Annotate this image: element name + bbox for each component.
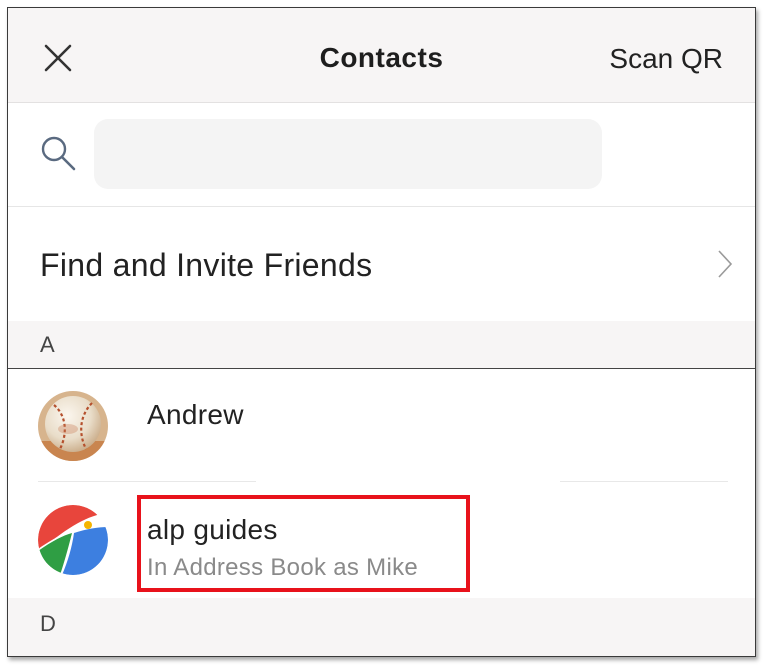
section-header-d: D [8, 598, 755, 656]
search-icon [41, 136, 76, 171]
scan-qr-button[interactable]: Scan QR [609, 43, 723, 75]
contact-name: Andrew [147, 399, 244, 430]
header-bar: Contacts Scan QR [8, 8, 755, 103]
baseball-avatar [38, 391, 108, 461]
find-invite-friends-row[interactable]: Find and Invite Friends [8, 207, 755, 321]
alp-guides-logo-avatar [38, 505, 108, 575]
contact-row-andrew[interactable]: Andrew [8, 369, 755, 482]
section-header-a: A [8, 321, 755, 369]
app-window: Contacts Scan QR Find and Invite Friends… [7, 7, 756, 657]
search-input[interactable] [94, 119, 602, 189]
contact-row-alp-guides[interactable]: alp guides In Address Book as Mike [8, 482, 755, 598]
search-bar [8, 103, 755, 207]
chevron-right-icon [718, 250, 733, 278]
find-invite-friends-label: Find and Invite Friends [40, 247, 373, 283]
highlight-box [137, 495, 470, 592]
